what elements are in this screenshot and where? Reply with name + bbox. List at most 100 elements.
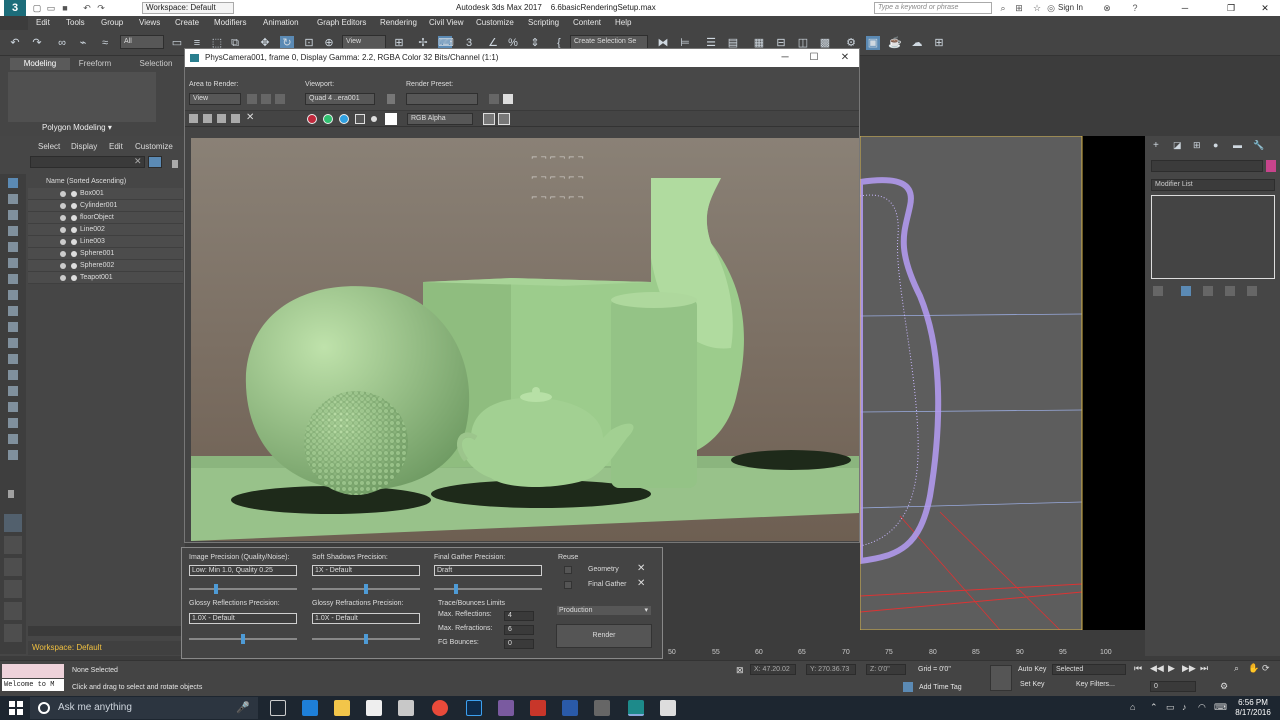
search-icon[interactable]: ⌕ bbox=[996, 1, 1010, 15]
menu-animation[interactable]: Animation bbox=[263, 18, 299, 27]
close-button[interactable]: ✕ bbox=[1252, 0, 1278, 16]
menu-graph-editors[interactable]: Graph Editors bbox=[317, 18, 366, 27]
list-item[interactable]: Box001 bbox=[28, 188, 183, 200]
set-key-mode-icon[interactable] bbox=[990, 665, 1012, 691]
soft-shadows-slider[interactable] bbox=[312, 584, 420, 594]
undo-icon[interactable]: ↶ bbox=[8, 36, 22, 50]
frame-window-title[interactable]: PhysCamera001, frame 0, Display Gamma: 2… bbox=[185, 49, 859, 67]
workspace-dropdown[interactable]: Workspace: Default bbox=[142, 2, 234, 14]
configure-modifier-sets-icon[interactable] bbox=[1247, 286, 1257, 296]
render-shortcuts-icon[interactable]: ⊞ bbox=[932, 36, 946, 50]
frozen-icon[interactable] bbox=[8, 338, 18, 348]
menu-create[interactable]: Create bbox=[175, 18, 199, 27]
slider-thumb[interactable] bbox=[214, 584, 218, 594]
glossy-reflections-field[interactable]: 1.0X - Default bbox=[189, 613, 297, 624]
tab-customize[interactable]: Customize bbox=[135, 142, 173, 151]
help-icon[interactable]: ? bbox=[1128, 1, 1142, 15]
list-item[interactable]: Sphere002 bbox=[28, 260, 183, 272]
powerpoint-icon[interactable] bbox=[530, 700, 546, 716]
filter-list-icon[interactable] bbox=[8, 434, 18, 444]
frame-close-button[interactable]: ✕ bbox=[833, 49, 857, 67]
glossy-refractions-field[interactable]: 1.0X - Default bbox=[312, 613, 420, 624]
bone-icon[interactable] bbox=[8, 306, 18, 316]
clock[interactable]: 6:56 PM 8/17/2016 bbox=[1230, 698, 1276, 718]
app-logo[interactable]: 3 bbox=[4, 0, 26, 16]
layout-tab-1[interactable] bbox=[4, 536, 22, 554]
windows-start-icon[interactable] bbox=[8, 700, 24, 716]
clear-geometry-icon[interactable]: ✕ bbox=[637, 563, 645, 574]
add-time-tag[interactable]: Add Time Tag bbox=[919, 684, 962, 691]
edit-region-icon[interactable] bbox=[247, 94, 257, 104]
auto-region-icon[interactable] bbox=[261, 94, 271, 104]
menu-tools[interactable]: Tools bbox=[66, 18, 85, 27]
hierarchy-tab-icon[interactable]: ⊞ bbox=[1193, 140, 1201, 151]
toggle-ui-overlay-icon[interactable] bbox=[483, 113, 495, 125]
max-refractions-spinner[interactable]: 6 bbox=[504, 625, 534, 635]
modify-tab-icon[interactable]: ◪ bbox=[1173, 140, 1182, 151]
lock-icon[interactable] bbox=[172, 160, 178, 168]
chrome-icon[interactable] bbox=[432, 700, 448, 716]
edge-icon[interactable] bbox=[302, 700, 318, 716]
alpha-channel-icon[interactable] bbox=[355, 114, 365, 124]
select-all-icon[interactable] bbox=[8, 370, 18, 380]
rendered-frame-window-icon[interactable]: ▣ bbox=[866, 36, 880, 50]
list-item[interactable]: Line002 bbox=[28, 224, 183, 236]
tab-display[interactable]: Display bbox=[71, 142, 97, 151]
list-item[interactable]: Cylinder001 bbox=[28, 200, 183, 212]
tab-freeform[interactable]: Freeform bbox=[70, 58, 120, 70]
minimize-button[interactable]: ─ bbox=[1172, 0, 1198, 16]
key-filters-button[interactable]: Key Filters... bbox=[1076, 681, 1115, 688]
keyboard-icon[interactable]: ⌨ bbox=[1214, 702, 1227, 713]
layout-tab-3[interactable] bbox=[4, 580, 22, 598]
list-item[interactable]: floorObject bbox=[28, 212, 183, 224]
visibility-icon[interactable] bbox=[60, 191, 66, 197]
container-icon[interactable] bbox=[8, 322, 18, 332]
next-frame-icon[interactable]: ▶▶ bbox=[1182, 663, 1196, 674]
clear-filter-icon[interactable]: ✕ bbox=[134, 156, 142, 167]
monochrome-icon[interactable] bbox=[371, 116, 377, 122]
3ds-max-icon[interactable] bbox=[628, 700, 644, 716]
redo-icon[interactable]: ↷ bbox=[30, 36, 44, 50]
tab-modeling[interactable]: Modeling bbox=[10, 58, 70, 70]
viewport-dropdown[interactable]: Quad 4 ..era001 bbox=[305, 93, 375, 105]
menu-rendering[interactable]: Rendering bbox=[380, 18, 417, 27]
scene-list-header[interactable]: Name (Sorted Ascending) bbox=[28, 176, 183, 188]
clear-final-gather-icon[interactable]: ✕ bbox=[637, 578, 645, 589]
store-icon[interactable] bbox=[366, 700, 382, 716]
play-icon[interactable]: ▶ bbox=[1168, 663, 1175, 674]
expand-arrow-icon[interactable] bbox=[8, 490, 14, 498]
workspace-selector[interactable]: Workspace: Default bbox=[28, 641, 183, 655]
camtasia-icon[interactable] bbox=[660, 700, 676, 716]
volume-icon[interactable]: ♪ bbox=[1182, 702, 1187, 712]
menu-group[interactable]: Group bbox=[101, 18, 123, 27]
media-player-icon[interactable] bbox=[398, 700, 414, 716]
sort-icon[interactable] bbox=[8, 418, 18, 428]
menu-help[interactable]: Help bbox=[615, 18, 631, 27]
display-all-icon[interactable] bbox=[8, 178, 18, 188]
scene-filter-input[interactable] bbox=[30, 156, 145, 168]
helper-icon[interactable] bbox=[8, 242, 18, 252]
frame-maximize-button[interactable]: ☐ bbox=[802, 49, 826, 67]
menu-edit[interactable]: Edit bbox=[36, 18, 50, 27]
photoshop-icon[interactable] bbox=[466, 700, 482, 716]
make-unique-icon[interactable] bbox=[1203, 286, 1213, 296]
show-hidden-icons[interactable]: ⌃ bbox=[1150, 702, 1158, 713]
final-gather-slider[interactable] bbox=[434, 584, 542, 594]
utilities-tab-icon[interactable]: 🔧 bbox=[1253, 140, 1264, 151]
clear-icon[interactable]: ✕ bbox=[246, 112, 254, 123]
object-color-swatch[interactable] bbox=[1266, 160, 1276, 172]
copy-image-icon[interactable] bbox=[203, 114, 212, 123]
lock-viewport-icon[interactable] bbox=[387, 94, 395, 104]
y-coordinate-field[interactable]: Y: 270.36.73 bbox=[806, 664, 856, 675]
menu-content[interactable]: Content bbox=[573, 18, 601, 27]
reference-coord-dropdown[interactable]: View bbox=[342, 35, 386, 49]
fg-bounces-spinner[interactable]: 0 bbox=[504, 639, 534, 649]
modifier-list-dropdown[interactable]: Modifier List bbox=[1151, 179, 1275, 191]
visibility-icon[interactable] bbox=[60, 215, 66, 221]
search-input[interactable]: Type a keyword or phrase bbox=[874, 2, 992, 14]
frame-minimize-button[interactable]: ─ bbox=[773, 49, 797, 67]
timeline-ruler[interactable]: 50 55 60 65 70 75 80 85 90 95 100 bbox=[666, 646, 1112, 660]
file-explorer-icon[interactable] bbox=[334, 700, 350, 716]
task-view-icon[interactable] bbox=[270, 700, 286, 716]
create-tab-icon[interactable]: + bbox=[1153, 140, 1159, 151]
